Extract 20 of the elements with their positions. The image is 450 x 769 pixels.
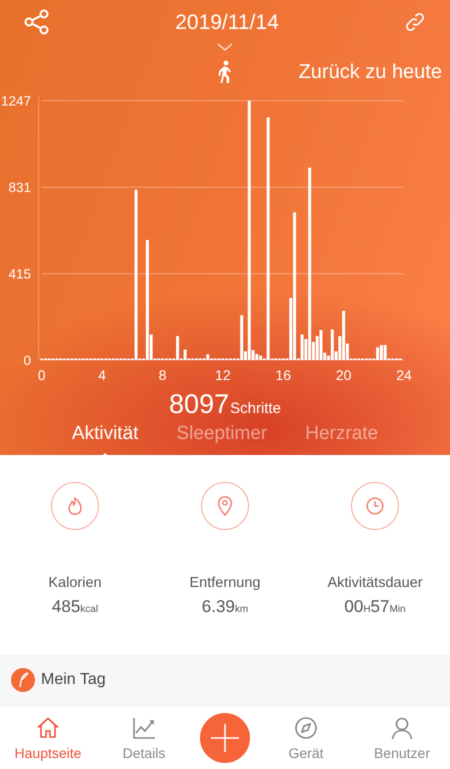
y-axis-label: 1247 [0, 93, 31, 108]
x-axis-label: 4 [98, 366, 106, 383]
y-axis-label: 0 [23, 352, 31, 368]
stat-value: 485kcal [52, 597, 98, 617]
y-axis-label: 415 [8, 266, 31, 282]
x-axis-label: 16 [275, 366, 292, 383]
steps-unit: Schritte [230, 400, 281, 417]
stat-value: 6.39km [202, 597, 248, 617]
stat-label: Aktivitätsdauer [327, 575, 423, 591]
stat-label: Entfernung [190, 575, 260, 591]
x-axis-label: 24 [396, 366, 412, 383]
x-axis-label: 0 [38, 366, 46, 383]
x-axis-label: 12 [215, 366, 231, 383]
y-axis-label: 831 [8, 180, 31, 195]
stat-label: Kalorien [48, 575, 102, 591]
stat-value: 00H57Min [344, 597, 406, 617]
steps-count: 8097 [169, 388, 230, 420]
x-axis-label: 8 [158, 366, 166, 383]
my-day-label: Mein Tag [41, 671, 106, 689]
x-axis-label: 20 [336, 366, 352, 383]
